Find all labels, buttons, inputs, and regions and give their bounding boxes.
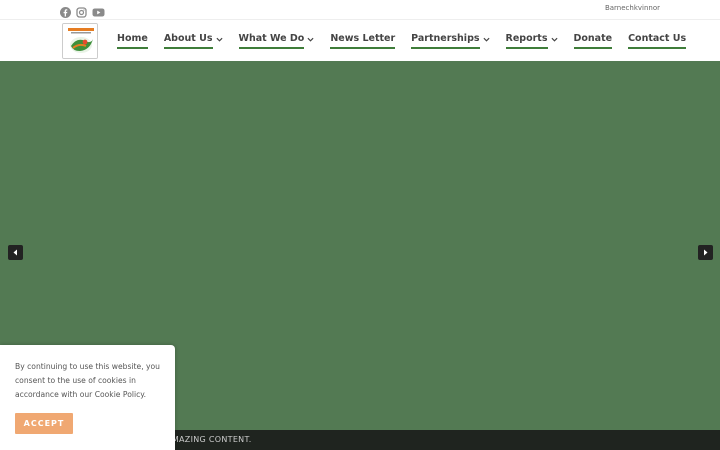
main-nav: Home About Us What We Do News Letter Par…: [117, 33, 687, 49]
instagram-icon[interactable]: [76, 3, 87, 18]
caret-right-icon: [704, 249, 708, 256]
nav-label: Home: [117, 33, 148, 49]
nav-partnerships[interactable]: Partnerships: [411, 33, 490, 49]
youtube-icon[interactable]: [92, 3, 105, 17]
nav-label: What We Do: [238, 33, 305, 49]
slider-prev-button[interactable]: [8, 245, 23, 260]
nav-label: Donate: [573, 33, 613, 49]
caret-left-icon: [13, 249, 17, 256]
top-bar-link[interactable]: Barnechkvinnor: [605, 4, 660, 12]
cookie-notice: By continuing to use this website, you c…: [0, 345, 175, 450]
nav-label: Reports: [505, 33, 548, 49]
nav-donate[interactable]: Donate: [573, 33, 613, 49]
chevron-down-icon: [307, 37, 314, 42]
nav-contact-us[interactable]: Contact Us: [628, 33, 687, 49]
nav-reports[interactable]: Reports: [505, 33, 558, 49]
social-links: [60, 3, 105, 18]
nav-home[interactable]: Home: [117, 33, 148, 49]
cookie-text: By continuing to use this website, you c…: [15, 362, 160, 399]
site-header: Home About Us What We Do News Letter Par…: [0, 19, 720, 61]
nav-about-us[interactable]: About Us: [163, 33, 223, 49]
chevron-down-icon: [483, 37, 490, 42]
facebook-icon[interactable]: [60, 3, 71, 18]
accept-cookies-button[interactable]: ACCEPT: [15, 413, 73, 434]
nav-label: About Us: [163, 33, 213, 49]
site-logo[interactable]: [62, 23, 98, 59]
nav-label: Contact Us: [628, 33, 687, 49]
nav-label: Partnerships: [411, 33, 480, 49]
top-bar: Barnechkvinnor: [0, 0, 720, 19]
nav-label: News Letter: [330, 33, 396, 49]
nav-news-letter[interactable]: News Letter: [330, 33, 396, 49]
chevron-down-icon: [550, 37, 558, 42]
nav-what-we-do[interactable]: What We Do: [238, 33, 315, 49]
chevron-down-icon: [215, 37, 223, 42]
slider-next-button[interactable]: [698, 245, 713, 260]
